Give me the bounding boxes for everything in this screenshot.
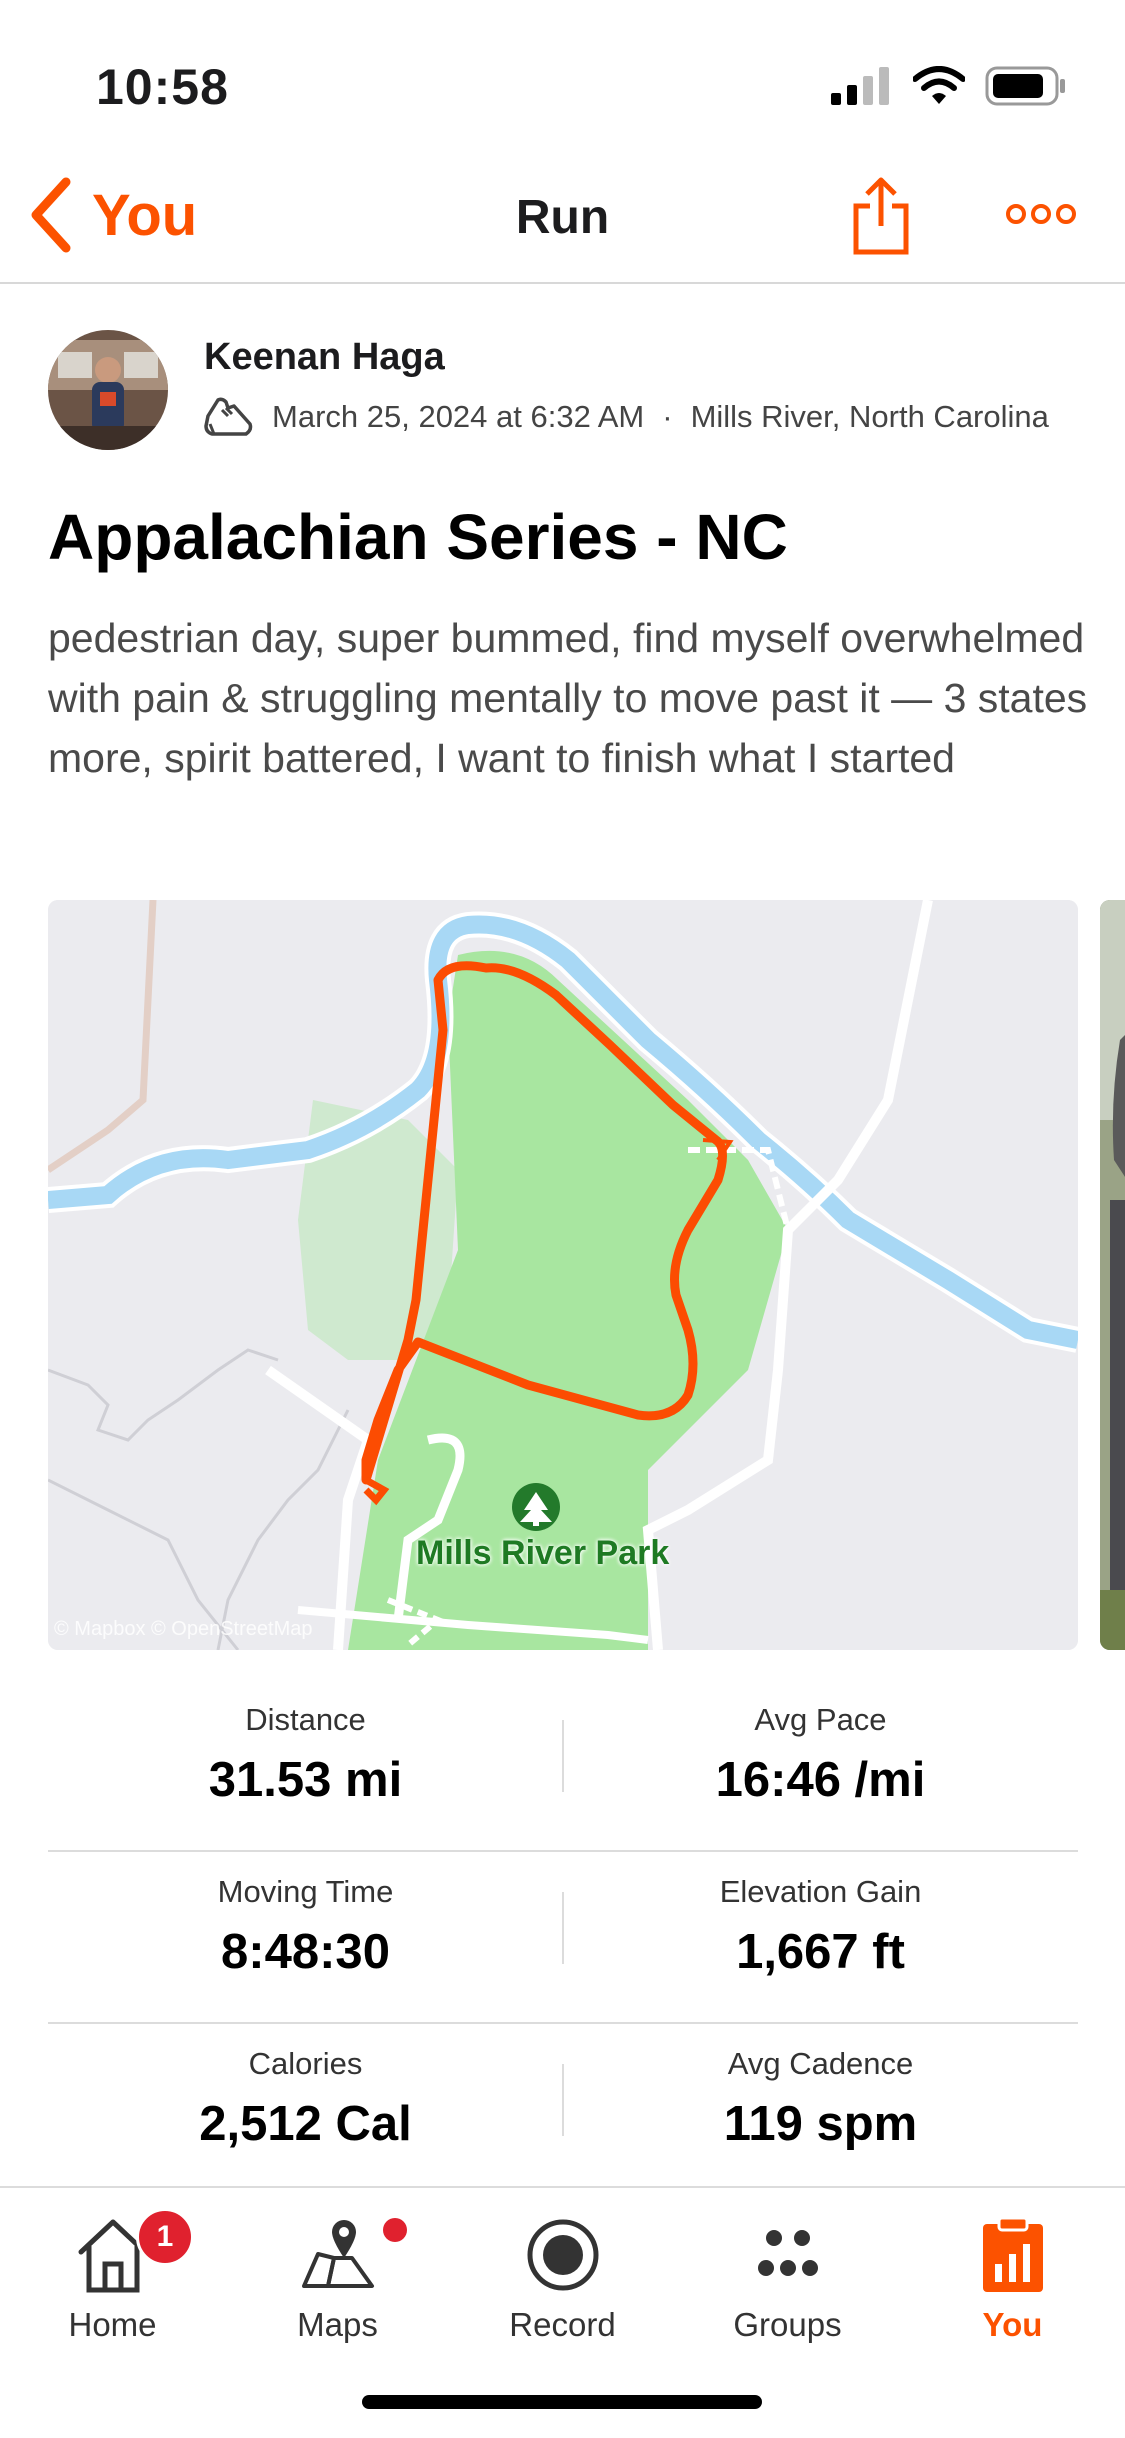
stats-row: Moving Time 8:48:30 Elevation Gain 1,667…: [48, 1852, 1078, 2024]
stat-label: Elevation Gain: [719, 1874, 922, 1909]
stat-avg-cadence: Avg Cadence 119 spm: [563, 2046, 1078, 2152]
activity-description: pedestrian day, super bummed, find mysel…: [48, 615, 1088, 781]
tab-label: Maps: [297, 2306, 378, 2343]
record-icon: [527, 2219, 598, 2291]
notification-badge: 1: [136, 2208, 194, 2266]
tab-icon-wrap: [450, 2208, 675, 2298]
share-button[interactable]: [850, 176, 912, 261]
stat-elevation-gain: Elevation Gain 1,667 ft: [563, 1874, 1078, 1980]
battery-icon: [985, 66, 1065, 106]
activity-meta: March 25, 2024 at 6:32 AM · Mills River,…: [204, 394, 1049, 440]
shoe-icon: [204, 397, 253, 436]
tab-icon-wrap: [675, 2208, 900, 2298]
activity-location: Mills River, North Carolina: [690, 399, 1049, 434]
more-options-button[interactable]: [1005, 202, 1077, 231]
more-icon: [1006, 204, 1076, 224]
stat-label: Distance: [245, 1702, 366, 1737]
map-attribution: © Mapbox © OpenStreetMap: [54, 1618, 313, 1640]
maps-icon: [301, 2220, 374, 2288]
page-title: Run: [515, 191, 610, 244]
tab-maps[interactable]: Maps: [225, 2208, 450, 2344]
nav-bar: You Run: [0, 150, 1125, 284]
stat-moving-time: Moving Time 8:48:30: [48, 1874, 563, 1980]
stat-value: 31.53 mi: [208, 1753, 403, 1807]
stat-value: 8:48:30: [221, 1925, 390, 1979]
tab-groups[interactable]: Groups: [675, 2208, 900, 2344]
activity-title: Appalachian Series - NC: [48, 501, 788, 573]
tab-label: Record: [509, 2306, 616, 2343]
photo-thumbnail[interactable]: [1100, 900, 1125, 1650]
home-indicator: [362, 2395, 762, 2409]
athlete-name[interactable]: Keenan Haga: [204, 336, 445, 379]
stat-avg-pace: Avg Pace 16:46 /mi: [563, 1702, 1078, 1808]
athlete-header: Keenan Haga March 25, 2024 at 6:32 AM · …: [48, 330, 1088, 450]
status-icons: [831, 66, 1067, 106]
stat-calories: Calories 2,512 Cal: [48, 2046, 563, 2152]
stat-label: Calories: [248, 2046, 363, 2081]
tab-you[interactable]: You: [900, 2208, 1125, 2344]
signal-icon: [831, 67, 889, 105]
tab-icon-wrap: [900, 2208, 1125, 2298]
route-map[interactable]: Mills River Park © Mapbox © OpenStreetMa…: [48, 900, 1078, 1650]
avatar[interactable]: [48, 330, 168, 450]
you-icon: [982, 2216, 1043, 2292]
tab-icon-wrap: 1: [0, 2208, 225, 2298]
tab-label: You: [982, 2306, 1043, 2343]
stat-label: Avg Cadence: [727, 2046, 914, 2081]
stats-row: Distance 31.53 mi Avg Pace 16:46 /mi: [48, 1680, 1078, 1852]
stat-value: 1,667 ft: [736, 1925, 905, 1979]
stat-value: 16:46 /mi: [715, 1753, 926, 1807]
notification-dot: [383, 2218, 407, 2242]
share-icon: [853, 177, 909, 255]
stat-label: Avg Pace: [754, 1702, 887, 1737]
stats-row: Calories 2,512 Cal Avg Cadence 119 spm: [48, 2024, 1078, 2194]
tab-icon-wrap: [225, 2208, 450, 2298]
stats-grid: Distance 31.53 mi Avg Pace 16:46 /mi Mov…: [48, 1680, 1078, 2194]
wifi-icon: [913, 66, 965, 104]
photo-image: [1100, 900, 1125, 1650]
status-time: 10:58: [96, 59, 229, 115]
park-label: Mills River Park: [416, 1534, 670, 1572]
tab-home[interactable]: 1 Home: [0, 2208, 225, 2344]
stat-value: 2,512 Cal: [199, 2097, 412, 2151]
tab-label: Groups: [733, 2306, 842, 2343]
tab-label: Home: [68, 2306, 157, 2343]
stat-value: 119 spm: [723, 2097, 918, 2151]
activity-date: March 25, 2024 at 6:32 AM: [272, 399, 645, 434]
groups-icon: [757, 2230, 818, 2276]
stat-distance: Distance 31.53 mi: [48, 1702, 563, 1808]
avatar-image: [48, 330, 168, 450]
stat-label: Moving Time: [217, 1874, 394, 1909]
tab-record[interactable]: Record: [450, 2208, 675, 2344]
meta-separator: ·: [662, 399, 673, 434]
status-bar: 10:58: [0, 0, 1125, 150]
